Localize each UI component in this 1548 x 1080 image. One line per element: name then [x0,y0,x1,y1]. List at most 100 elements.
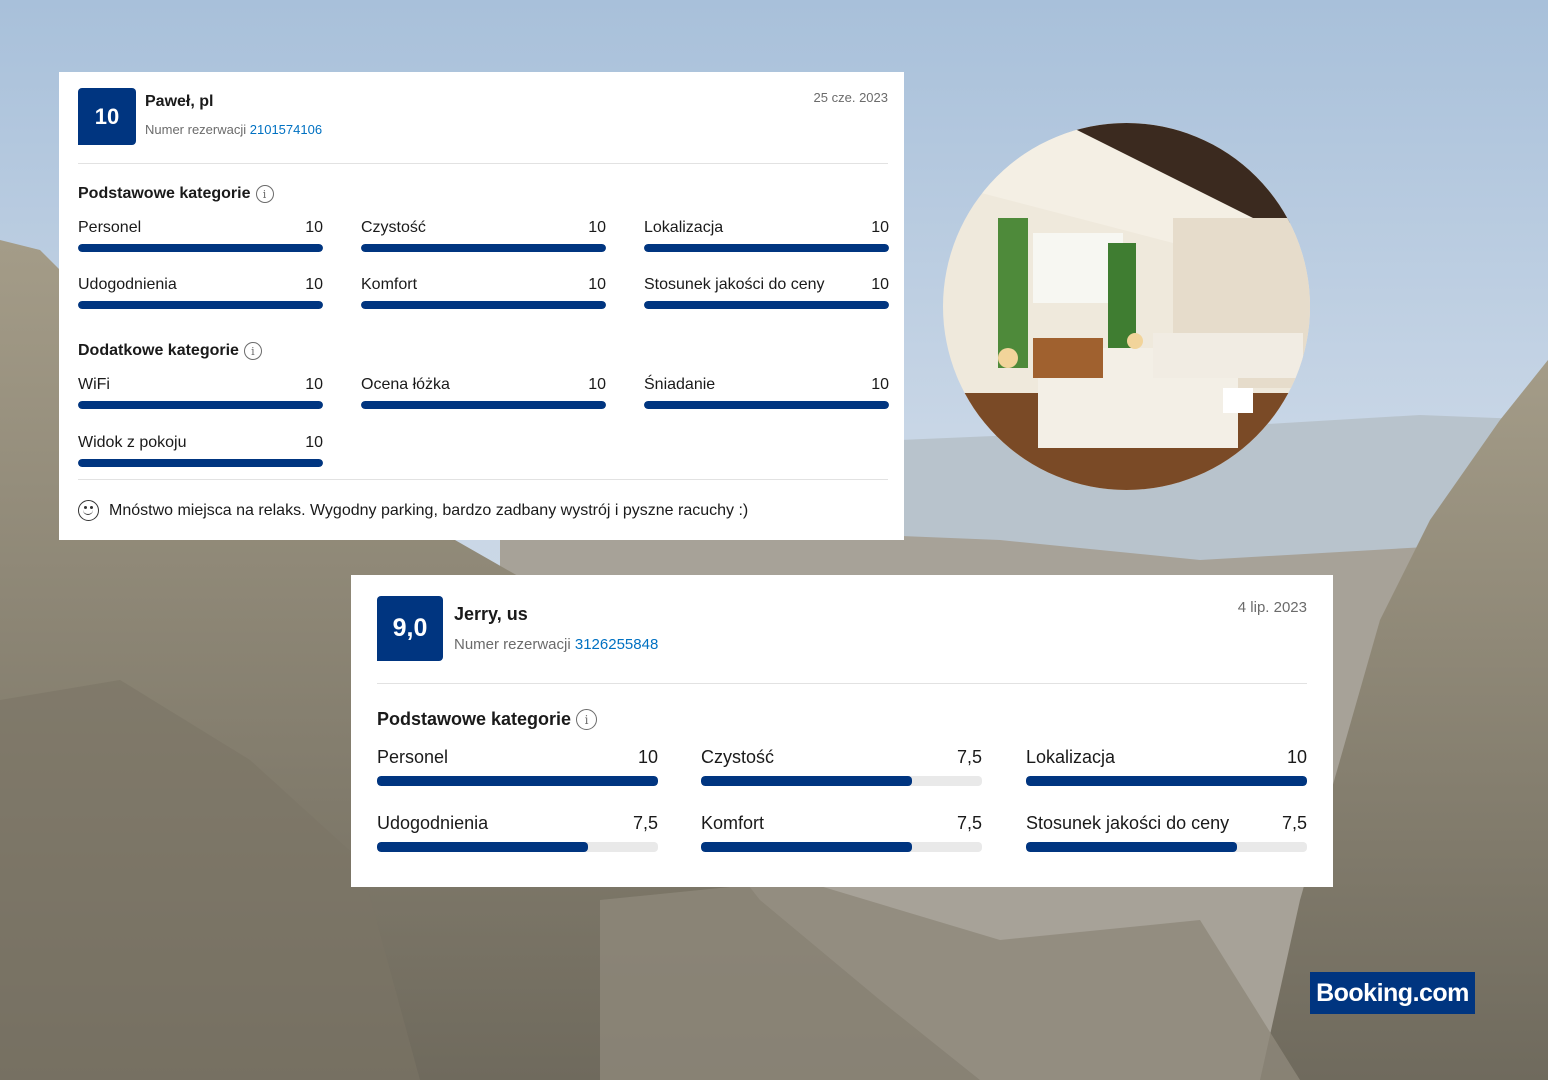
category-bar [361,244,606,252]
category-value: 10 [871,219,889,236]
category-bar-fill [78,459,323,467]
category-label: Stosunek jakości do ceny [1026,813,1230,833]
category-value: 7,5 [1281,813,1307,833]
divider [377,683,1307,684]
category-value: 10 [1286,747,1307,767]
category-label: Czystość [361,219,426,236]
category-sniadanie: Śniadanie 10 [644,376,889,409]
category-stosunek: Stosunek jakości do ceny 10 [644,276,889,309]
comment-text: Mnóstwo miejsca na relaks. Wygodny parki… [109,501,749,519]
category-value: 10 [588,219,606,236]
basic-categories-title: Podstawowe kategorie i [377,709,598,730]
category-bar-fill [1026,842,1237,852]
review-score: 10 [78,88,136,145]
category-bar [644,401,889,409]
category-bar-fill [361,401,606,409]
category-bar-fill [644,301,889,309]
category-bar-fill [644,244,889,252]
category-komfort: Komfort 7,5 [701,813,982,852]
category-widok: Widok z pokoju 10 [78,434,323,467]
category-label: Personel [377,747,449,767]
review-card-pawel: 10 Paweł, pl Numer rezerwacji 2101574106… [59,72,904,540]
category-bar [644,244,889,252]
category-bar [78,301,323,309]
category-czystosc: Czystość 10 [361,219,606,252]
category-label: Czystość [701,747,775,767]
category-bar [377,776,658,786]
category-bar [78,459,323,467]
category-label: Udogodnienia [377,813,489,833]
review-comment: Mnóstwo miejsca na relaks. Wygodny parki… [78,500,748,521]
category-label: Lokalizacja [644,219,724,236]
reservation-info: Numer rezerwacji 3126255848 [454,636,658,653]
basic-categories-title: Podstawowe kategorie i [78,185,274,203]
category-bar [78,244,323,252]
category-bar [361,401,606,409]
category-bar [1026,842,1307,852]
category-value: 10 [588,276,606,293]
section-title-text: Dodatkowe kategorie [78,342,239,359]
category-udogodnienia: Udogodnienia 10 [78,276,323,309]
reservation-info: Numer rezerwacji 2101574106 [145,122,322,137]
category-value: 10 [305,276,323,293]
category-value: 10 [871,276,889,293]
reservation-label: Numer rezerwacji [454,636,571,653]
info-icon[interactable]: i [576,709,598,730]
category-label: WiFi [78,376,110,393]
info-icon[interactable]: i [243,342,262,360]
booking-logo: Booking.com [1310,972,1475,1014]
category-bar [701,776,982,786]
category-bar-fill [377,776,658,786]
category-wifi: WiFi 10 [78,376,323,409]
category-komfort: Komfort 10 [361,276,606,309]
category-stosunek: Stosunek jakości do ceny 7,5 [1026,813,1307,852]
category-label: Ocena łóżka [361,376,450,393]
category-value: 7,5 [956,813,982,833]
category-value: 7,5 [956,747,982,767]
category-bar-fill [1026,776,1307,786]
category-label: Śniadanie [644,376,716,393]
category-value: 10 [871,376,889,393]
category-label: Udogodnienia [78,276,177,293]
category-bar-fill [361,301,606,309]
section-title-text: Podstawowe kategorie [78,185,251,202]
category-bar [701,842,982,852]
category-bar [361,301,606,309]
room-photo-illustration [943,123,1310,490]
category-bar-fill [361,244,606,252]
category-value: 10 [305,376,323,393]
category-personel: Personel 10 [377,747,658,786]
reservation-label: Numer rezerwacji [145,122,247,137]
review-date: 25 cze. 2023 [813,90,888,105]
review-date: 4 lip. 2023 [1237,599,1307,616]
category-bar-fill [644,401,889,409]
category-czystosc: Czystość 7,5 [701,747,982,786]
category-personel: Personel 10 [78,219,323,252]
category-bar [644,301,889,309]
category-label: Stosunek jakości do ceny [644,276,825,293]
divider [78,479,888,480]
category-value: 10 [637,747,658,767]
category-bar-fill [701,842,912,852]
category-bar-fill [701,776,912,786]
info-icon[interactable]: i [255,185,274,203]
category-lokalizacja: Lokalizacja 10 [1026,747,1307,786]
category-udogodnienia: Udogodnienia 7,5 [377,813,658,852]
reviewer-name: Jerry, us [454,604,528,624]
section-title-text: Podstawowe kategorie [377,709,572,729]
category-label: Komfort [361,276,418,293]
review-card-jerry: 9,0 Jerry, us Numer rezerwacji 312625584… [351,575,1333,887]
category-value: 10 [305,434,323,451]
category-label: Personel [78,219,142,236]
room-photo [943,123,1310,490]
category-bar [78,401,323,409]
reservation-number-link[interactable]: 3126255848 [575,636,658,653]
category-label: Lokalizacja [1026,747,1116,767]
extra-categories-title: Dodatkowe kategorie i [78,342,262,360]
category-value: 10 [588,376,606,393]
category-bar [377,842,658,852]
category-lokalizacja: Lokalizacja 10 [644,219,889,252]
reviewer-name: Paweł, pl [145,93,214,110]
reservation-number-link[interactable]: 2101574106 [250,122,322,137]
category-label: Widok z pokoju [78,434,187,451]
